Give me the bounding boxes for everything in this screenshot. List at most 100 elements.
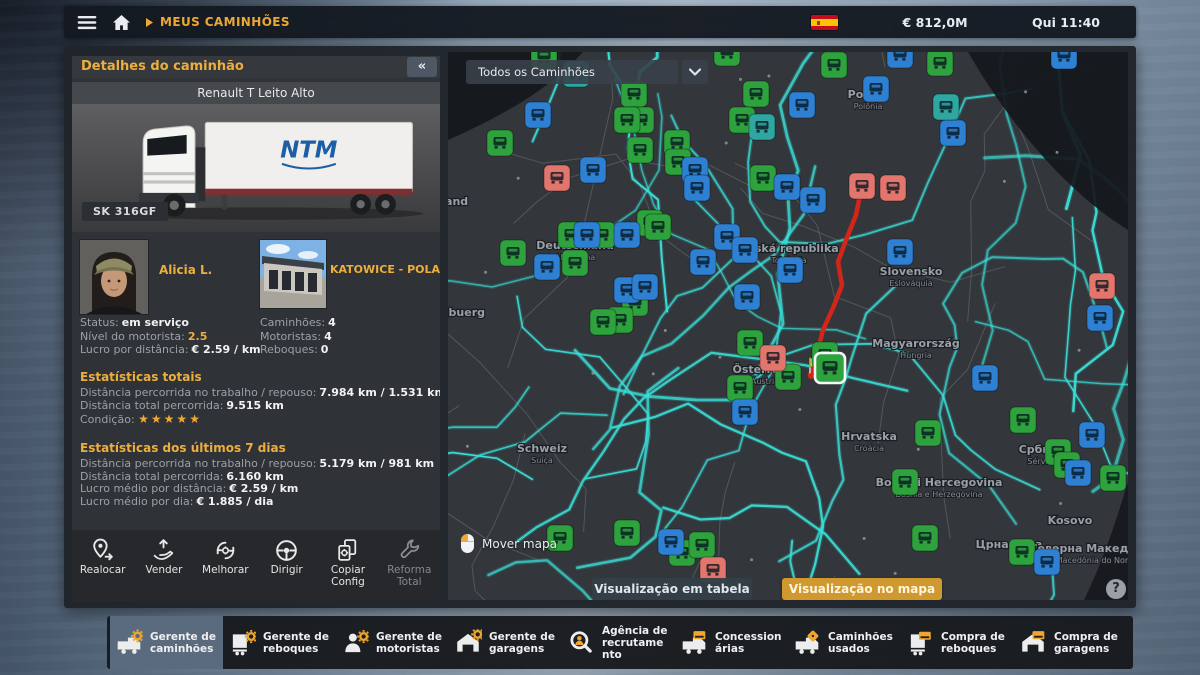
garage-name[interactable]: KATOWICE - POLAND <box>330 263 440 276</box>
truck-marker[interactable] <box>1009 539 1035 565</box>
breadcrumb-arrow-icon <box>146 18 153 27</box>
truck-marker[interactable] <box>743 81 769 107</box>
truck-marker[interactable] <box>821 52 847 78</box>
truck-marker[interactable] <box>789 92 815 118</box>
truck-marker[interactable] <box>525 102 551 128</box>
help-button[interactable]: ? <box>1106 579 1126 599</box>
truck-marker[interactable] <box>1087 305 1113 331</box>
nav-agência-de-recrutamento[interactable]: Agência de recrutamento <box>562 616 675 669</box>
nav-label: Concessionárias <box>715 631 783 655</box>
truck-marker[interactable] <box>689 532 715 558</box>
driver-name[interactable]: Alicia L. <box>159 263 212 277</box>
total-stats-title: Estatísticas totais <box>72 370 440 384</box>
dirigir-button[interactable]: Dirigir <box>256 537 317 602</box>
truck-marker[interactable] <box>534 254 560 280</box>
home-icon[interactable] <box>112 14 131 31</box>
truck-marker[interactable] <box>972 365 998 391</box>
dropdown-chevron-button[interactable] <box>682 60 708 84</box>
table-view-button[interactable]: Visualização em tabela <box>592 578 752 600</box>
realocar-button[interactable]: Realocar <box>72 537 133 602</box>
selected-truck-marker[interactable] <box>815 353 845 383</box>
truck-marker[interactable] <box>849 173 875 199</box>
truck-marker[interactable] <box>690 249 716 275</box>
truck-marker[interactable] <box>750 165 776 191</box>
wrench-icon <box>396 537 423 564</box>
truck-marker[interactable] <box>544 165 570 191</box>
truck-marker[interactable] <box>614 520 640 546</box>
truck-marker[interactable] <box>1065 460 1091 486</box>
breadcrumb: MEUS CAMINHÕES <box>146 15 290 29</box>
truck-marker[interactable] <box>777 257 803 283</box>
truck-marker[interactable] <box>887 239 913 265</box>
nav-compra-de-garagens[interactable]: Compra de garagens <box>1014 616 1127 669</box>
garage-photo[interactable] <box>260 240 326 308</box>
truck-marker[interactable] <box>863 76 889 102</box>
truck-marker[interactable] <box>933 94 959 120</box>
nav-concessionárias[interactable]: Concessionárias <box>675 616 788 669</box>
melhorar-button[interactable]: Melhorar <box>195 537 256 602</box>
truck-marker[interactable] <box>734 284 760 310</box>
truck-marker[interactable] <box>912 525 938 551</box>
truck-marker[interactable] <box>880 175 906 201</box>
week-stats-title: Estatísticas dos últimos 7 dias <box>72 441 440 455</box>
stat-row: Nível do motorista:2.5 <box>80 330 261 344</box>
truck-marker[interactable] <box>714 52 740 66</box>
country-label: Kosovo <box>1048 514 1093 527</box>
truck-marker[interactable] <box>621 81 647 107</box>
truck-marker[interactable] <box>1034 549 1060 575</box>
truck-marker[interactable] <box>590 309 616 335</box>
truck-marker[interactable] <box>487 130 513 156</box>
nav-gerente-de-caminhões[interactable]: Gerente de caminhões <box>110 616 223 669</box>
truck-marker[interactable] <box>1010 407 1036 433</box>
truck-marker[interactable] <box>749 114 775 140</box>
truck-marker[interactable] <box>500 240 526 266</box>
truck-marker[interactable] <box>927 52 953 76</box>
money-display[interactable]: € 812,0M <box>880 15 990 30</box>
nav-gerente-de-motoristas[interactable]: Gerente de motoristas <box>336 616 449 669</box>
truck-marker[interactable] <box>627 137 653 163</box>
truck-marker[interactable] <box>574 222 600 248</box>
collapse-panel-button[interactable]: « <box>407 57 437 77</box>
truck-marker[interactable] <box>760 345 786 371</box>
truck-marker[interactable] <box>658 529 684 555</box>
truck-marker[interactable] <box>562 250 588 276</box>
truck-marker[interactable] <box>1100 465 1126 491</box>
europe-map[interactable]: PolskaPolôniaDeutschlandAlemanhaČeská re… <box>448 52 1128 600</box>
copiar-config-button[interactable]: Copiar Config <box>317 537 378 602</box>
fleet-map[interactable]: PolskaPolôniaDeutschlandAlemanhaČeská re… <box>448 52 1128 600</box>
driver-portrait[interactable] <box>80 240 148 314</box>
truck-marker[interactable] <box>732 399 758 425</box>
nav-caminhões-usados[interactable]: Caminhões usados <box>788 616 901 669</box>
truck-marker[interactable] <box>614 222 640 248</box>
stat-row: Lucro por distância:€ 2.59 / km <box>80 343 261 357</box>
truck-marker[interactable] <box>1089 273 1115 299</box>
truck-marker[interactable] <box>684 175 710 201</box>
country-sublabel: Croácia <box>854 444 884 453</box>
truck-marker[interactable] <box>940 120 966 146</box>
truck-marker[interactable] <box>1079 422 1105 448</box>
vender-button[interactable]: Vender <box>133 537 194 602</box>
map-view-button[interactable]: Visualização no mapa <box>782 578 942 600</box>
truck-marker[interactable] <box>737 330 763 356</box>
nav-gerente-de-reboques[interactable]: Gerente de reboques <box>223 616 336 669</box>
truck-marker[interactable] <box>887 52 913 68</box>
truck-marker[interactable] <box>892 469 918 495</box>
truck-marker[interactable] <box>915 420 941 446</box>
recruit-search-icon <box>567 629 595 657</box>
fleet-manager-window: Detalhes do caminhão « Renault T Leito A… <box>64 46 1136 608</box>
truck-marker[interactable] <box>614 107 640 133</box>
menu-icon[interactable] <box>77 15 97 30</box>
truck-marker[interactable] <box>800 187 826 213</box>
nav-compra-de-reboques[interactable]: Compra de reboques <box>901 616 1014 669</box>
truck-marker[interactable] <box>632 274 658 300</box>
truck-marker[interactable] <box>645 214 671 240</box>
truck-marker[interactable] <box>727 375 753 401</box>
truck-marker[interactable] <box>1051 52 1077 69</box>
truck-filter-dropdown[interactable]: Todos os Caminhões <box>466 60 678 84</box>
country-sublabel: Eslováquia <box>889 279 932 288</box>
truck-marker[interactable] <box>774 174 800 200</box>
truck-marker[interactable] <box>732 237 758 263</box>
truck-marker[interactable] <box>580 157 606 183</box>
nav-gerente-de-garagens[interactable]: Gerente de garagens <box>449 616 562 669</box>
spain-flag-icon[interactable] <box>811 15 838 30</box>
